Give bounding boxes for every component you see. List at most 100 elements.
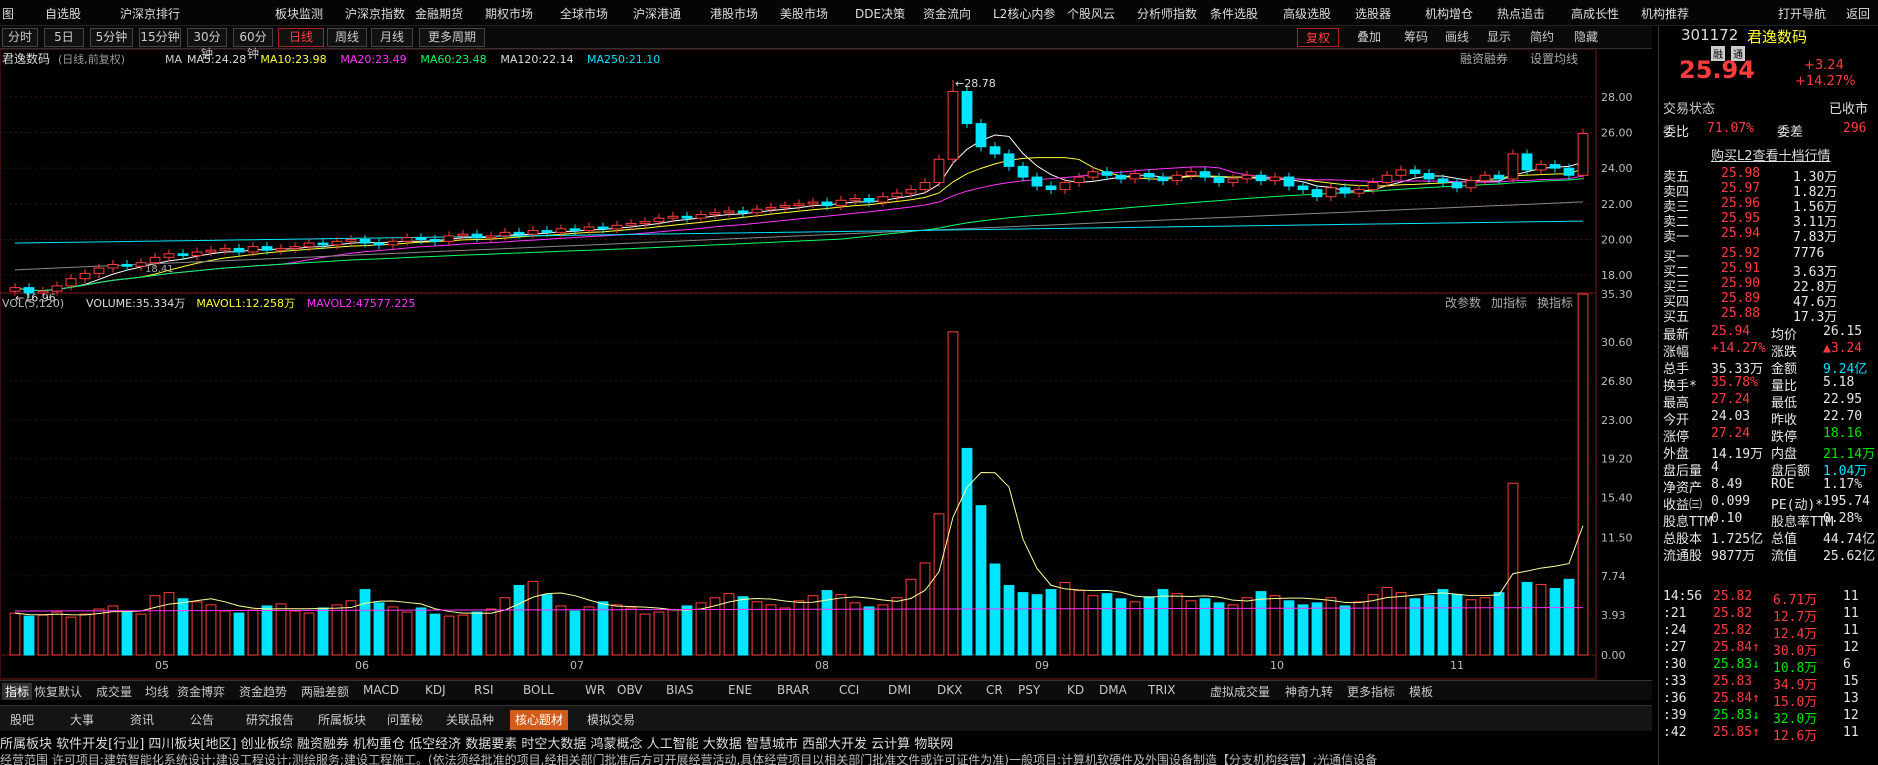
concept-line: 所属板块 软件开发[行业] 四川板块[地区] 创业板综 融资融券 机构重仓 低空… <box>0 737 954 752</box>
indicator-tab[interactable]: RSI <box>474 683 494 697</box>
indicator-tab[interactable]: 两融差额 <box>301 683 349 700</box>
indicator-tab[interactable]: DKX <box>937 683 962 697</box>
indicator-tab[interactable]: 指标 <box>2 683 33 700</box>
chart-area[interactable]: 君逸数码 (日线,前复权) MA MA5:24.28 MA10:23.98 MA20:23… <box>0 49 1652 687</box>
info-tab[interactable]: 资讯 <box>122 710 162 730</box>
indicator-tab[interactable]: 资金趋势 <box>239 683 287 700</box>
volume-bar <box>905 578 917 656</box>
top-menu-item[interactable]: 返回 <box>1846 5 1870 22</box>
indicator-tab[interactable]: DMA <box>1099 683 1127 697</box>
top-menu-item[interactable]: 打开导航 <box>1778 5 1826 22</box>
indicator-tab[interactable]: KDJ <box>425 683 446 697</box>
top-menu-item[interactable]: 图 <box>2 5 14 22</box>
indicator-tab[interactable]: 均线 <box>145 683 169 700</box>
indicator-tab[interactable]: CR <box>986 683 1003 697</box>
top-menu-item[interactable]: 高级选股 <box>1283 5 1331 22</box>
volume-bar <box>1521 581 1533 656</box>
indicator-tab[interactable]: BIAS <box>666 683 694 697</box>
info-tab[interactable]: 大事 <box>62 710 102 730</box>
toolbar-button[interactable]: 复权 <box>1297 28 1339 47</box>
period-tab[interactable]: 周线 <box>327 28 367 47</box>
top-menu-item[interactable]: 资金流向 <box>923 5 971 22</box>
indicator-tab[interactable]: TRIX <box>1148 683 1175 697</box>
top-menu-item[interactable]: 分析师指数 <box>1137 5 1197 22</box>
indicator-tab[interactable]: 资金博弈 <box>177 683 225 700</box>
period-tab[interactable]: 5日 <box>44 28 84 47</box>
indicator-tab[interactable]: 恢复默认 <box>34 683 82 700</box>
toolbar-button[interactable]: 画线 <box>1440 28 1474 47</box>
volume-bar <box>527 580 539 656</box>
top-menu-item[interactable]: 条件选股 <box>1210 5 1258 22</box>
toolbar-button[interactable]: 叠加 <box>1347 28 1391 47</box>
info-tab[interactable]: 关联品种 <box>440 710 500 730</box>
stat-row-cell: 1.17% <box>1823 477 1863 492</box>
top-menu-item[interactable]: 自选股 <box>45 5 81 22</box>
candle-body <box>1283 176 1295 187</box>
toolbar-button[interactable]: 隐藏 <box>1566 28 1606 47</box>
top-menu-item[interactable]: L2核心内参 <box>993 5 1055 22</box>
indicator-tab[interactable]: 神奇九转 <box>1285 683 1333 700</box>
candle-body <box>597 226 609 230</box>
top-menu-item[interactable]: 沪深港通 <box>633 5 681 22</box>
top-menu-item[interactable]: 机构增仓 <box>1425 5 1473 22</box>
info-tab[interactable]: 研究报告 <box>240 710 300 730</box>
ma-legend-item: MA250:21.10 <box>587 53 660 66</box>
toolbar-button[interactable]: 筹码 <box>1398 28 1434 47</box>
indicator-tab[interactable]: OBV <box>617 683 643 697</box>
indicator-tab[interactable]: BRAR <box>777 683 810 697</box>
top-menu-item[interactable]: 沪深京指数 <box>345 5 405 22</box>
info-tab[interactable]: 模拟交易 <box>582 710 640 730</box>
top-menu-item[interactable]: 港股市场 <box>710 5 758 22</box>
indicator-tab[interactable]: DMI <box>888 683 911 697</box>
volume-bar <box>289 610 301 656</box>
tick-row: :27 25.84↑ 30.0万 12 <box>1663 640 1873 659</box>
price-tick-label: 24.00 <box>1601 162 1633 175</box>
period-tab[interactable]: 30分钟 <box>187 28 227 61</box>
period-tab[interactable]: 更多周期 <box>419 28 485 47</box>
candle-body <box>933 158 945 183</box>
period-tab[interactable]: 分时 <box>2 28 38 47</box>
l2-upgrade-link[interactable]: 购买L2查看十档行情 <box>1711 145 1831 164</box>
kline-chart[interactable]: 君逸数码 (日线,前复权) MA MA5:24.28 MA10:23.98 MA20:23… <box>0 49 1652 680</box>
indicator-tab[interactable]: 模板 <box>1409 683 1433 700</box>
indicator-tab[interactable]: PSY <box>1018 683 1040 697</box>
info-tab[interactable]: 股吧 <box>2 710 42 730</box>
info-tab[interactable]: 所属板块 <box>312 710 372 730</box>
ask-row-cell: 25.94 <box>1721 226 1761 241</box>
volume-bar <box>443 615 455 656</box>
indicator-tab[interactable]: 成交量 <box>96 683 132 700</box>
candle-body <box>1423 173 1435 180</box>
indicator-tab[interactable]: 虚拟成交量 <box>1210 683 1270 700</box>
top-menu-item[interactable]: 金融期货 <box>415 5 463 22</box>
top-menu-item[interactable]: 全球市场 <box>560 5 608 22</box>
info-tab[interactable]: 公告 <box>182 710 222 730</box>
indicator-tab[interactable]: BOLL <box>523 683 554 697</box>
top-menu-item[interactable]: 个股风云 <box>1067 5 1115 22</box>
top-menu-item[interactable]: 机构推荐 <box>1641 5 1689 22</box>
top-menu-item[interactable]: 高成长性 <box>1571 5 1619 22</box>
top-menu-item[interactable]: 期权市场 <box>485 5 533 22</box>
top-menu-item[interactable]: DDE决策 <box>855 5 905 22</box>
period-tab[interactable]: 15分钟 <box>139 28 181 47</box>
indicator-tab[interactable]: MACD <box>363 683 399 697</box>
top-menu-item[interactable]: 沪深京排行 <box>120 5 180 22</box>
toolbar-button[interactable]: 简约 <box>1524 28 1560 47</box>
indicator-tab[interactable]: WR <box>585 683 605 697</box>
info-tab[interactable]: 核心题材 <box>510 710 568 730</box>
indicator-tab[interactable]: ENE <box>728 683 752 697</box>
period-tab[interactable]: 5分钟 <box>90 28 133 47</box>
stat-row-cell: 5.18 <box>1823 375 1855 390</box>
top-menu-item[interactable]: 热点追击 <box>1497 5 1545 22</box>
indicator-tab[interactable]: KD <box>1067 683 1084 697</box>
info-tab[interactable]: 问董秘 <box>383 710 427 730</box>
indicator-tab[interactable]: CCI <box>839 683 859 697</box>
candle-body <box>79 272 91 280</box>
top-menu-item[interactable]: 选股器 <box>1355 5 1391 22</box>
period-tab[interactable]: 60分钟 <box>233 28 273 61</box>
period-tab[interactable]: 日线 <box>278 28 324 47</box>
period-tab[interactable]: 月线 <box>371 28 413 47</box>
top-menu-item[interactable]: 美股市场 <box>780 5 828 22</box>
top-menu-item[interactable]: 板块监测 <box>275 5 323 22</box>
indicator-tab[interactable]: 更多指标 <box>1347 683 1395 700</box>
toolbar-button[interactable]: 显示 <box>1480 28 1518 47</box>
